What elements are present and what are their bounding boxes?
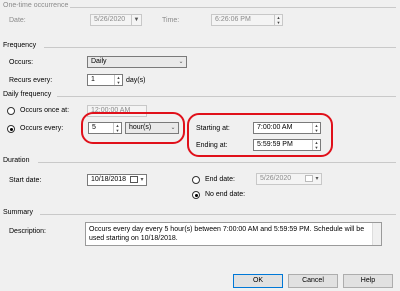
recurs-unit-label: day(s) [126,77,146,84]
recurs-every-label: Recurs every: [9,77,53,84]
time-label: Time: [162,17,180,24]
chevron-down-icon[interactable]: ⌄ [176,57,186,67]
end-date-picker[interactable]: 5/26/2020 ▾ [256,173,322,185]
help-button[interactable]: Help [343,274,393,288]
start-date-value: 10/18/2018 [91,176,127,183]
occurs-every-radio[interactable] [7,125,15,133]
calendar-icon[interactable] [130,176,138,183]
description-text: Occurs every day every 5 hour(s) between… [89,226,365,242]
occurs-once-label: Occurs once at: [20,107,70,114]
ok-button[interactable]: OK [233,274,283,288]
end-date-radio[interactable] [192,176,200,184]
chevron-down-icon[interactable]: ▼ [131,15,141,25]
frequency-heading: Frequency [3,42,37,49]
highlight-oval-range [187,113,333,157]
highlight-oval-every [81,112,185,144]
occurs-once-radio[interactable] [7,107,15,115]
summary-divider [40,214,396,215]
chevron-down-icon[interactable]: ▾ [313,174,321,184]
frequency-divider [44,47,396,48]
daily-frequency-heading: Daily frequency [3,91,52,98]
recurs-every-stepper[interactable]: 1 ▲ ▼ [87,74,123,86]
description-textbox[interactable]: Occurs every day every 5 hour(s) between… [85,222,382,246]
cancel-button[interactable]: Cancel [288,274,338,288]
end-date-label: End date: [205,176,235,183]
stepper-arrows-icon[interactable]: ▲ ▼ [114,75,122,85]
recurs-every-value: 1 [91,76,95,83]
date-label-text: Date: [9,17,26,24]
start-date-picker[interactable]: 10/18/2018 ▾ [87,174,147,186]
duration-divider [38,162,396,163]
one-time-heading: One-time occurrence [3,2,69,9]
no-end-date-label: No end date: [205,191,246,198]
start-date-label: Start date: [9,177,42,184]
summary-heading: Summary [3,209,33,216]
occurs-label: Occurs: [9,59,34,66]
time-spinner-icon[interactable]: ▲ ▼ [274,15,282,25]
occurs-every-label: Occurs every: [20,125,64,132]
one-time-date-value: 5/26/2020 [94,16,126,23]
chevron-down-icon[interactable]: ▾ [138,175,146,185]
calendar-icon[interactable] [305,175,313,182]
no-end-date-radio[interactable] [192,191,200,199]
description-label: Description: [9,228,46,235]
daily-frequency-divider [57,96,396,97]
duration-heading: Duration [3,157,30,164]
one-time-date-picker[interactable]: 5/26/2020 ▼ [90,14,142,26]
one-time-time-input[interactable]: 6:26:06 PM ▲ ▼ [211,14,283,26]
one-time-time-value: 6:26:06 PM [215,16,251,23]
description-scrollbar[interactable] [372,223,381,245]
one-time-divider [70,7,396,8]
end-date-value: 5/26/2020 [260,175,292,182]
occurs-select[interactable]: Daily ⌄ [87,56,187,68]
occurs-value: Daily [91,58,107,65]
date-label: Date: [9,16,26,25]
